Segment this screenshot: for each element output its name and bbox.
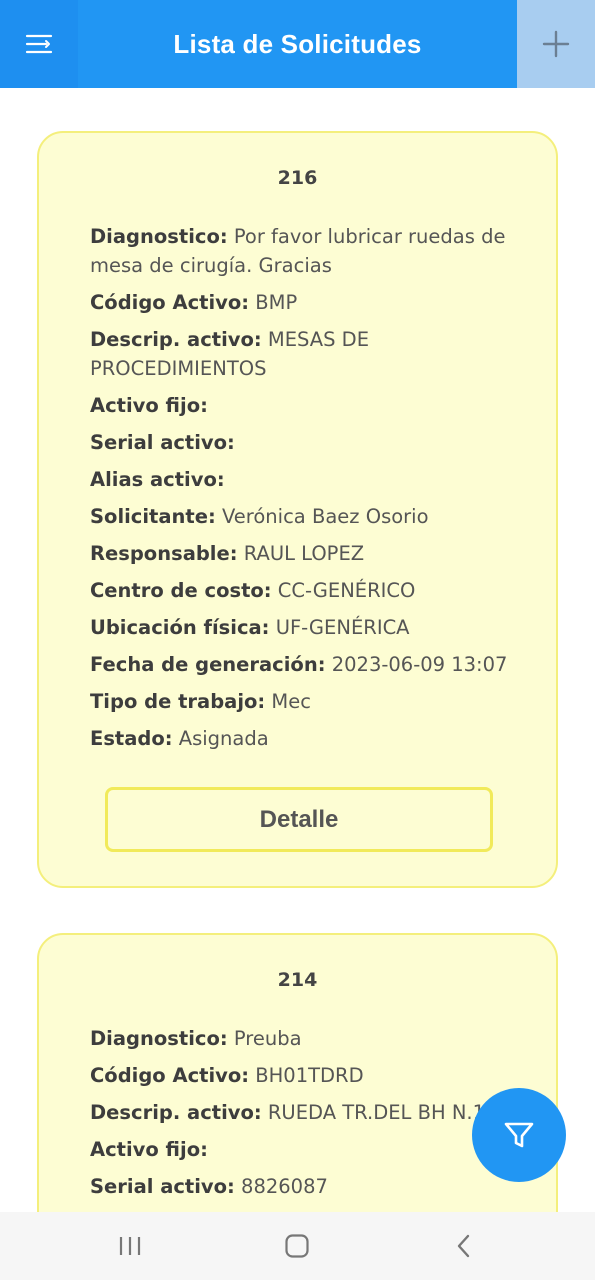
field-tipo-trabajo: Tipo de trabajo: Mec [90, 687, 516, 716]
field-label: Descrip. activo: [90, 328, 262, 351]
menu-button[interactable] [0, 0, 78, 88]
field-value: Preuba [233, 1027, 302, 1050]
plus-icon [542, 30, 570, 58]
field-label: Diagnostico: [90, 1027, 228, 1050]
filter-icon [504, 1122, 534, 1148]
field-label: Descrip. activo: [90, 1101, 262, 1124]
field-activo-fijo: Activo fijo: [90, 391, 516, 420]
field-estado: Estado: Asignada [90, 724, 516, 753]
field-value: UF-GENÉRICA [275, 616, 410, 639]
field-label: Centro de costo: [90, 579, 272, 602]
field-diagnostico: Diagnostico: Preuba [90, 1024, 516, 1053]
field-serial-activo: Serial activo: [90, 428, 516, 457]
page-title: Lista de Solicitudes [173, 28, 422, 59]
field-value: Mec [271, 690, 311, 713]
field-label: Activo fijo: [90, 394, 208, 417]
field-value: 8826087 [241, 1175, 328, 1198]
field-value: RUEDA TR.DEL BH N.1 [267, 1101, 486, 1124]
menu-icon [25, 34, 53, 54]
request-list[interactable]: 216 Diagnostico: Por favor lubricar rued… [0, 88, 595, 1212]
field-label: Alias activo: [90, 468, 225, 491]
field-value: Verónica Baez Osorio [221, 505, 429, 528]
field-value: Asignada [178, 727, 269, 750]
field-descrip-activo: Descrip. activo: MESAS DE PROCEDIMIENTOS [90, 325, 516, 383]
field-label: Serial activo: [90, 1175, 235, 1198]
home-icon [285, 1234, 309, 1258]
field-label: Activo fijo: [90, 1138, 208, 1161]
field-alias-activo: Alias activo: [90, 465, 516, 494]
field-diagnostico: Diagnostico: Por favor lubricar ruedas d… [90, 222, 516, 280]
system-nav-bar [0, 1212, 595, 1280]
field-value: 2023-06-09 13:07 [331, 653, 508, 676]
back-button[interactable] [424, 1212, 504, 1280]
field-label: Código Activo: [90, 1064, 250, 1087]
request-id: 216 [277, 167, 318, 189]
field-descrip-activo: Descrip. activo: RUEDA TR.DEL BH N.1 [90, 1098, 516, 1127]
field-value: BH01TDRD [255, 1064, 364, 1087]
recent-apps-button[interactable] [90, 1212, 170, 1280]
field-label: Código Activo: [90, 291, 250, 314]
field-label: Solicitante: [90, 505, 216, 528]
field-label: Diagnostico: [90, 225, 228, 248]
detail-button[interactable]: Detalle [105, 787, 493, 852]
field-centro-costo: Centro de costo: CC-GENÉRICO [90, 576, 516, 605]
request-fields: Diagnostico: Preuba Código Activo: BH01T… [90, 1024, 516, 1209]
field-value: CC-GENÉRICO [277, 579, 416, 602]
field-value: BMP [255, 291, 298, 314]
add-button[interactable] [517, 0, 595, 88]
request-fields: Diagnostico: Por favor lubricar ruedas d… [90, 222, 516, 761]
app-header: Lista de Solicitudes [0, 0, 595, 88]
field-activo-fijo: Activo fijo: [90, 1135, 516, 1164]
field-codigo-activo: Código Activo: BH01TDRD [90, 1061, 516, 1090]
field-label: Tipo de trabajo: [90, 690, 266, 713]
field-label: Ubicación física: [90, 616, 270, 639]
field-label: Serial activo: [90, 431, 235, 454]
home-button[interactable] [257, 1212, 337, 1280]
field-codigo-activo: Código Activo: BMP [90, 288, 516, 317]
field-serial-activo: Serial activo: 8826087 [90, 1172, 516, 1201]
field-label: Fecha de generación: [90, 653, 326, 676]
field-ubicacion-fisica: Ubicación física: UF-GENÉRICA [90, 613, 516, 642]
field-responsable: Responsable: RAUL LOPEZ [90, 539, 516, 568]
request-id: 214 [277, 969, 318, 991]
field-label: Estado: [90, 727, 173, 750]
field-value: RAUL LOPEZ [243, 542, 365, 565]
field-label: Responsable: [90, 542, 238, 565]
filter-button[interactable] [472, 1088, 566, 1182]
field-solicitante: Solicitante: Verónica Baez Osorio [90, 502, 516, 531]
recent-apps-icon [119, 1237, 141, 1255]
request-card: 214 Diagnostico: Preuba Código Activo: B… [37, 933, 558, 1212]
request-card: 216 Diagnostico: Por favor lubricar rued… [37, 131, 558, 888]
back-icon [457, 1234, 470, 1258]
field-fecha-generacion: Fecha de generación: 2023-06-09 13:07 [90, 650, 516, 679]
